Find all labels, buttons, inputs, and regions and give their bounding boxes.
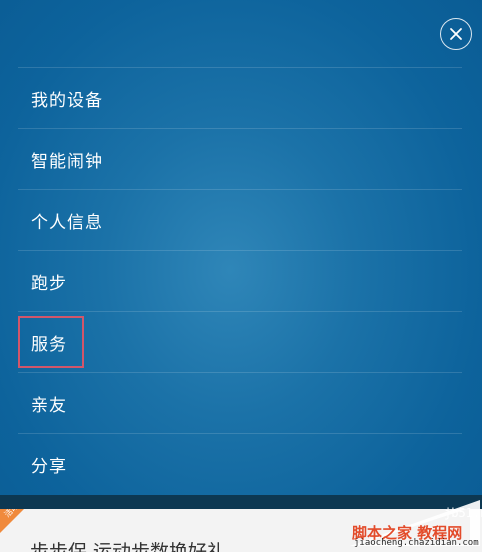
menu-list: 我的设备 智能闹钟 个人信息 跑步 服务 亲友 分享 [18, 67, 462, 494]
menu-item-label: 智能闹钟 [31, 151, 103, 172]
menu-item-personal-info[interactable]: 个人信息 [18, 189, 462, 250]
menu-item-running[interactable]: 跑步 [18, 250, 462, 311]
close-button[interactable] [440, 18, 472, 50]
menu-item-smart-alarm[interactable]: 智能闹钟 [18, 128, 462, 189]
site-watermark: jb51.net 脚本之家 教程网 jiaocheng.chazidian.co… [340, 480, 482, 552]
menu-item-services[interactable]: 服务 [18, 311, 462, 372]
menu-item-label: 亲友 [31, 395, 67, 416]
menu-item-label: 我的设备 [31, 90, 103, 111]
menu-item-family-friends[interactable]: 亲友 [18, 372, 462, 433]
menu-item-label: 分享 [31, 456, 67, 477]
menu-item-label: 跑步 [31, 273, 67, 294]
menu-item-my-devices[interactable]: 我的设备 [18, 67, 462, 128]
menu-item-label: 服务 [31, 334, 67, 355]
promo-card-title: 步步保 运动步数换好礼 [30, 541, 227, 552]
side-menu-panel: 我的设备 智能闹钟 个人信息 跑步 服务 亲友 分享 [0, 0, 482, 495]
menu-item-label: 个人信息 [31, 212, 103, 233]
watermark-url: jiaocheng.chazidian.com [354, 538, 479, 548]
watermark-domain: jb51.net [444, 506, 482, 520]
close-icon [450, 28, 462, 40]
